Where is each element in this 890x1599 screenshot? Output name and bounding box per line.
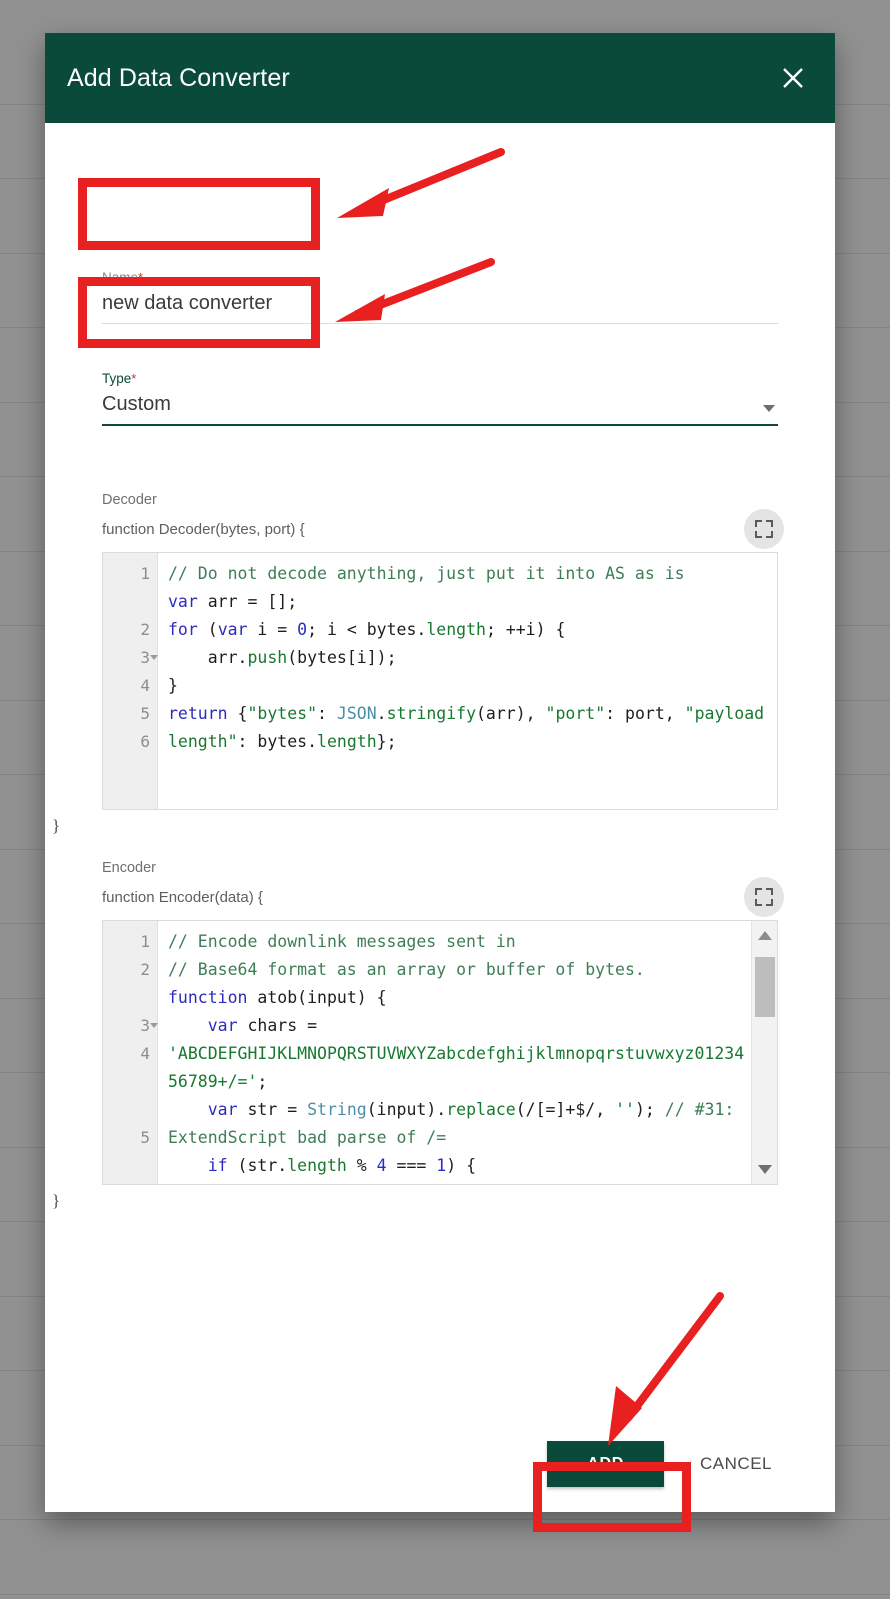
backdrop-row-line [0,1594,890,1595]
decoder-closing-brace: } [52,816,61,835]
encoder-section: Encoder function Encoder(data) { 1 2 3 4… [52,860,784,1211]
encoder-scrollbar[interactable] [751,921,777,1184]
scroll-up-icon[interactable] [758,931,772,940]
encoder-editor[interactable]: 1 2 3 4 5 6 7 // Encode downlink message… [102,920,778,1185]
type-select-value[interactable]: Custom [102,393,171,424]
cancel-button[interactable]: CANCEL [694,1444,778,1484]
encoder-code[interactable]: // Encode downlink messages sent in // B… [158,921,777,1184]
line-number: 6 [140,732,150,751]
close-icon[interactable] [775,60,811,96]
fold-toggle-icon[interactable] [150,1023,158,1028]
line-number: 5 [140,704,150,723]
decoder-line-numbers: 1 2 3 4 5 6 [103,553,158,809]
line-number: 3 [103,644,158,672]
encoder-signature: function Encoder(data) { [102,889,263,906]
decoder-signature: function Decoder(bytes, port) { [102,521,305,538]
chevron-down-icon[interactable] [763,405,775,412]
encoder-line-numbers: 1 2 3 4 5 6 7 [103,921,158,1184]
type-field-underline [102,424,778,426]
decoder-label: Decoder [102,492,157,508]
name-field[interactable]: Name* new data converter [102,270,778,324]
type-field-label: Type* [102,371,137,386]
line-number: 3 [103,1012,158,1040]
dialog-footer: ADD CANCEL [45,1416,835,1512]
dialog-body: Name* new data converter Type* Custom De… [45,123,835,1512]
name-field-label: Name* [102,270,144,285]
line-number: 5 [140,1128,150,1147]
line-number: 1 [140,564,150,583]
scroll-down-icon[interactable] [758,1165,772,1174]
dialog-title: Add Data Converter [67,63,290,92]
line-number: 4 [140,1044,150,1063]
add-button[interactable]: ADD [547,1441,665,1487]
line-number: 6 [103,1180,157,1184]
fold-toggle-icon[interactable] [150,655,158,660]
line-number: 1 [140,932,150,951]
line-number: 4 [140,676,150,695]
dialog-header: Add Data Converter [45,33,835,123]
encoder-label: Encoder [102,860,157,876]
line-number: 2 [140,620,150,639]
decoder-code[interactable]: // Do not decode anything, just put it i… [158,553,777,809]
type-field[interactable]: Type* Custom [102,371,778,426]
encoder-closing-brace: } [52,1191,61,1210]
decoder-section: Decoder function Decoder(bytes, port) { … [52,492,784,836]
name-field-underline [102,323,778,324]
decoder-editor[interactable]: 1 2 3 4 5 6 // Do not decode anything, j… [102,552,778,810]
line-number: 2 [140,960,150,979]
name-input[interactable]: new data converter [102,292,778,323]
encoder-fullscreen-expand-icon[interactable] [744,877,784,917]
backdrop-row-line [0,1519,890,1520]
scrollbar-thumb[interactable] [755,957,775,1017]
add-data-converter-dialog: Add Data Converter Name* new data conver… [45,33,835,1512]
decoder-fullscreen-expand-icon[interactable] [744,509,784,549]
